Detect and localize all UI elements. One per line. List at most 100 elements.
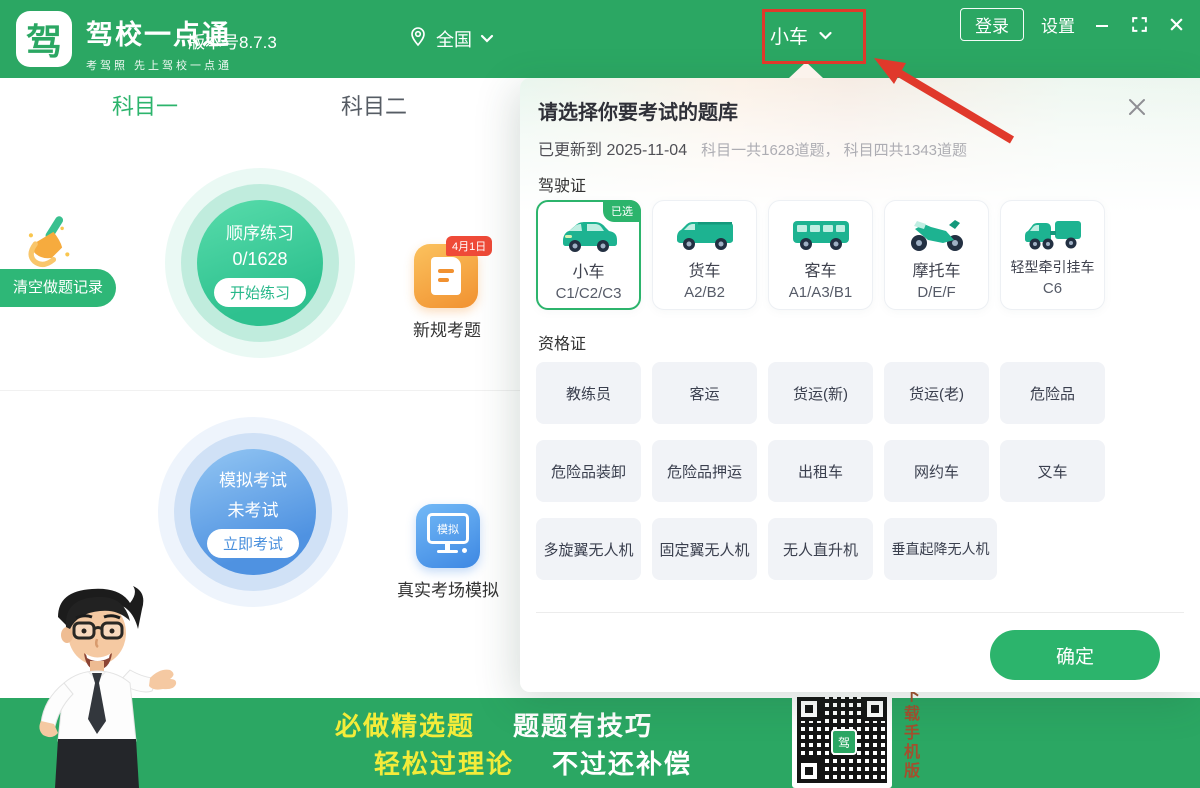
slogan-line-1: 必做精选题 题题有技巧 [335, 706, 653, 743]
qualification-section-label: 资格证 [538, 330, 586, 354]
modal-callout-arrow [789, 62, 823, 78]
qual-button[interactable]: 危险品装卸 [536, 440, 641, 502]
sequence-practice-core[interactable]: 顺序练习 0/1628 开始练习 [197, 200, 323, 326]
clear-records-button[interactable]: 清空做题记录 [0, 269, 116, 307]
slogan-text: 不过还补偿 [552, 749, 692, 779]
qr-caption: 下载手机版 [897, 686, 921, 781]
truck-icon [673, 213, 737, 253]
vehicle-card-truck[interactable]: 货车 A2/B2 [652, 200, 757, 310]
license-section-label: 驾驶证 [538, 172, 586, 196]
app-logo-char: 驾 [26, 13, 62, 65]
qual-button[interactable]: 危险品 [1000, 362, 1105, 424]
tab-subject-2[interactable]: 科目二 [322, 78, 426, 132]
new-rules-label: 新规考题 [392, 316, 502, 341]
slogan-text: 题题有技巧 [513, 711, 653, 741]
app-window: 驾 驾校一点通 考驾照 先上驾校一点通 版本号8.7.3 全国 小车 [0, 0, 1200, 788]
sequence-practice-progress: 0/1628 [232, 249, 287, 270]
qr-finder [797, 697, 821, 721]
new-rules-date-badge: 4月1日 [446, 236, 492, 256]
confirm-button[interactable]: 确定 [990, 630, 1160, 680]
vehicle-name: 客车 [804, 257, 836, 281]
modal-title: 请选择你要考试的题库 [538, 96, 738, 125]
mock-exam-core[interactable]: 模拟考试 未考试 立即考试 [190, 449, 316, 575]
update-info: 已更新到 2025-11-04 科目一共1628道题， 科目四共1343道题 [538, 136, 967, 160]
qual-button[interactable]: 无人直升机 [768, 518, 873, 580]
qual-button[interactable]: 固定翼无人机 [652, 518, 757, 580]
window-controls: 登录 设置 [960, 8, 1186, 41]
vehicle-codes: C6 [1043, 280, 1062, 297]
vehicle-codes: A1/A3/B1 [789, 284, 852, 301]
settings-button[interactable]: 设置 [1041, 12, 1075, 37]
vehicle-card-bus[interactable]: 客车 A1/A3/B1 [768, 200, 873, 310]
question-bank-modal: 请选择你要考试的题库 已更新到 2025-11-04 科目一共1628道题， 科… [520, 78, 1200, 692]
monitor-base [437, 550, 458, 553]
minimize-button[interactable] [1092, 15, 1112, 35]
qual-button[interactable]: 货运(老) [884, 362, 989, 424]
fullscreen-button[interactable] [1129, 15, 1149, 35]
qr-code: 驾 [792, 692, 892, 788]
motorcycle-icon [905, 213, 969, 253]
document-icon [431, 257, 461, 295]
mock-exam-status: 未考试 [228, 496, 279, 521]
bus-icon [789, 213, 853, 253]
vehicle-card-motorcycle[interactable]: 摩托车 D/E/F [884, 200, 989, 310]
mock-exam-widget[interactable]: 模拟考试 未考试 立即考试 [158, 417, 348, 607]
close-icon[interactable] [1126, 96, 1148, 123]
region-selector[interactable]: 全国 [408, 25, 494, 52]
doc-line [438, 269, 454, 273]
qual-button[interactable]: 教练员 [536, 362, 641, 424]
qr-center-logo: 驾 [831, 729, 857, 755]
vehicle-card-list: 已选 小车 C1/C2/C3 [536, 200, 1105, 310]
qr-finder [797, 759, 821, 783]
qual-button[interactable]: 出租车 [768, 440, 873, 502]
chevron-down-icon [480, 28, 494, 49]
tab-subject-1[interactable]: 科目一 [93, 78, 197, 132]
vehicle-card-trailer[interactable]: 轻型牵引挂车 C6 [1000, 200, 1105, 310]
slogan-highlight: 轻松过理论 [374, 749, 514, 779]
qual-button[interactable]: 危险品押运 [652, 440, 757, 502]
app-subtitle: 考驾照 先上驾校一点通 [86, 57, 232, 73]
promo-banner: 必做精选题 题题有技巧 轻松过理论 不过还补偿 [0, 698, 1200, 788]
updated-date: 已更新到 2025-11-04 [538, 136, 687, 160]
qual-button[interactable]: 客运 [652, 362, 757, 424]
slogan-line-2: 轻松过理论 不过还补偿 [374, 744, 692, 781]
login-button[interactable]: 登录 [960, 8, 1024, 41]
section-divider [0, 390, 520, 391]
header-bar: 驾 驾校一点通 考驾照 先上驾校一点通 版本号8.7.3 全国 小车 [0, 0, 1200, 78]
qual-button[interactable]: 多旋翼无人机 [536, 518, 641, 580]
take-exam-button[interactable]: 立即考试 [207, 529, 299, 558]
modal-divider [536, 612, 1184, 613]
sequence-practice-widget[interactable]: 顺序练习 0/1628 开始练习 [165, 168, 355, 358]
qualification-list: 教练员 客运 货运(新) 货运(老) 危险品 危险品装卸 危险品押运 出租车 网… [536, 362, 1196, 580]
qual-button[interactable]: 货运(新) [768, 362, 873, 424]
qual-button[interactable]: 网约车 [884, 440, 989, 502]
question-counts: 科目一共1628道题， 科目四共1343道题 [701, 139, 967, 160]
start-practice-button[interactable]: 开始练习 [214, 278, 306, 307]
vehicle-name: 轻型牵引挂车 [1011, 257, 1095, 277]
region-label: 全国 [436, 26, 472, 52]
slogan-highlight: 必做精选题 [335, 711, 475, 741]
qual-button[interactable]: 叉车 [1000, 440, 1105, 502]
location-pin-icon [408, 25, 428, 52]
vehicle-name: 货车 [688, 257, 720, 281]
vehicle-codes: A2/B2 [684, 284, 725, 301]
doc-line [438, 278, 449, 282]
vehicle-codes: C1/C2/C3 [556, 285, 622, 302]
qr-finder [863, 697, 887, 721]
mock-exam-title: 模拟考试 [219, 466, 287, 491]
monitor-icon: 模拟 [427, 513, 469, 544]
close-window-button[interactable] [1166, 15, 1186, 35]
trailer-icon [1021, 213, 1085, 253]
monitor-icon-text: 模拟 [437, 521, 459, 537]
qual-button[interactable]: 垂直起降无人机 [884, 518, 997, 580]
mascot-illustration [0, 583, 180, 788]
version-label: 版本号8.7.3 [188, 28, 277, 53]
sequence-practice-title: 顺序练习 [226, 219, 294, 244]
annotation-highlight-box [762, 9, 866, 64]
vehicle-card-car[interactable]: 已选 小车 C1/C2/C3 [536, 200, 641, 310]
vehicle-codes: D/E/F [917, 284, 955, 301]
broom-icon [24, 216, 76, 277]
selected-badge: 已选 [603, 200, 641, 222]
app-logo: 驾 [16, 11, 72, 67]
real-exam-icon[interactable]: 模拟 [416, 504, 480, 568]
